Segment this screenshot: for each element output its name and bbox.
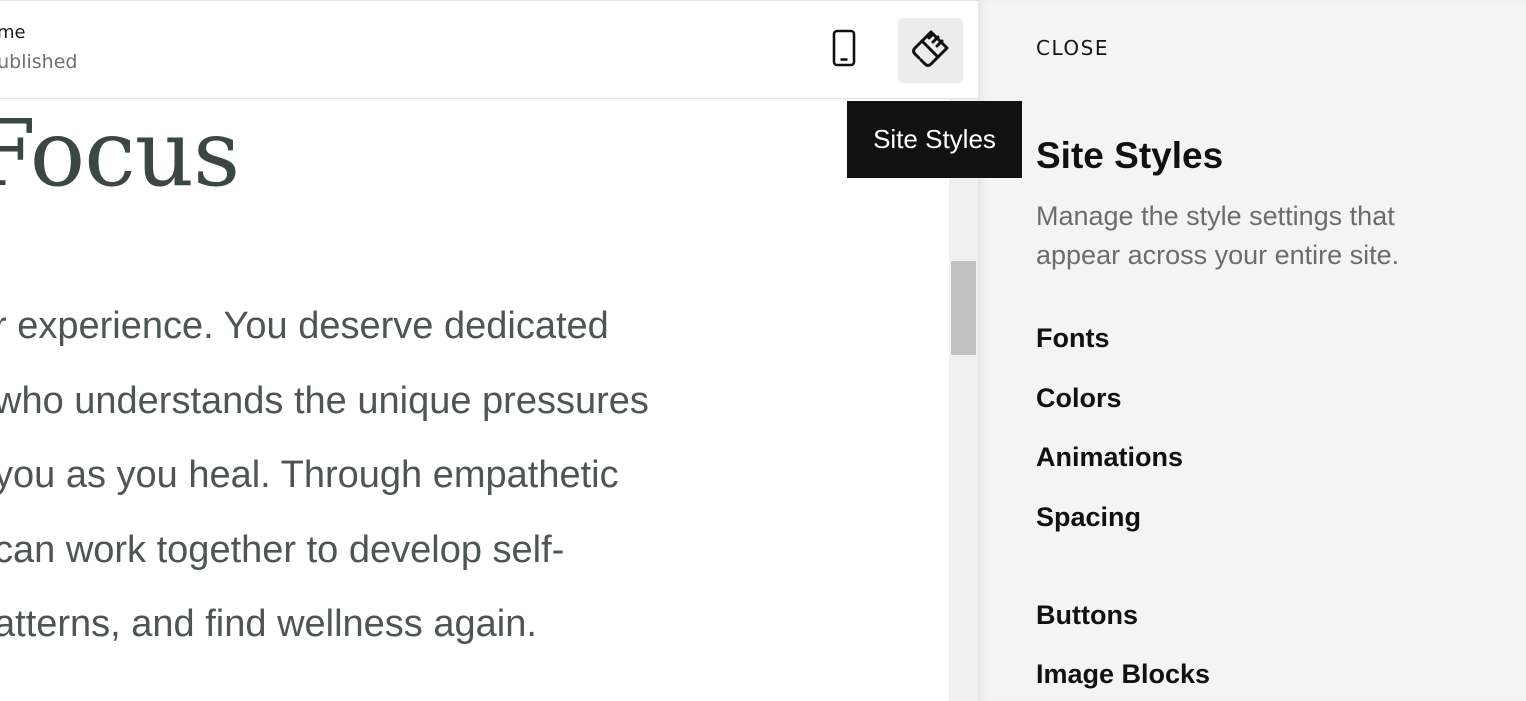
panel-title: Site Styles (1036, 135, 1224, 176)
close-button[interactable]: CLOSE (1036, 36, 1109, 60)
mobile-phone-icon (831, 29, 857, 72)
menu-item-animations[interactable]: Animations (1036, 442, 1183, 473)
page-title[interactable]: ome (0, 22, 26, 43)
site-editor: ome Published (0, 0, 978, 701)
menu-item-fonts[interactable]: Fonts (1036, 323, 1110, 354)
body-line: can work together to develop self- (0, 528, 565, 571)
body-line: who understands the unique pressures (0, 379, 649, 422)
site-styles-button[interactable] (898, 18, 963, 83)
page-preview: Focus r experience. You deserve dedicate… (0, 99, 949, 701)
site-styles-panel: CLOSE Site Styles Manage the style setti… (978, 0, 1526, 701)
preview-scrollbar-thumb[interactable] (951, 261, 976, 355)
mobile-view-button[interactable] (812, 18, 876, 82)
paintbrush-icon (911, 28, 951, 73)
menu-item-image-blocks[interactable]: Image Blocks (1036, 659, 1210, 690)
preview-heading[interactable]: Focus (0, 99, 240, 209)
preview-scrollbar-track[interactable] (949, 99, 978, 701)
body-line: r experience. You deserve dedicated (0, 305, 609, 347)
preview-body-text[interactable]: r experience. You deserve dedicated who … (0, 289, 649, 662)
page-status: Published (0, 51, 78, 73)
menu-item-buttons[interactable]: Buttons (1036, 600, 1138, 631)
menu-item-colors[interactable]: Colors (1036, 383, 1122, 414)
body-line: atterns, and find wellness again. (0, 603, 537, 645)
site-styles-tooltip: Site Styles (847, 101, 1022, 178)
menu-item-spacing[interactable]: Spacing (1036, 502, 1141, 533)
editor-toolbar: ome Published (0, 0, 978, 99)
body-line: you as you heal. Through empathetic (0, 454, 619, 496)
panel-description: Manage the style settings that appear ac… (1036, 201, 1400, 270)
